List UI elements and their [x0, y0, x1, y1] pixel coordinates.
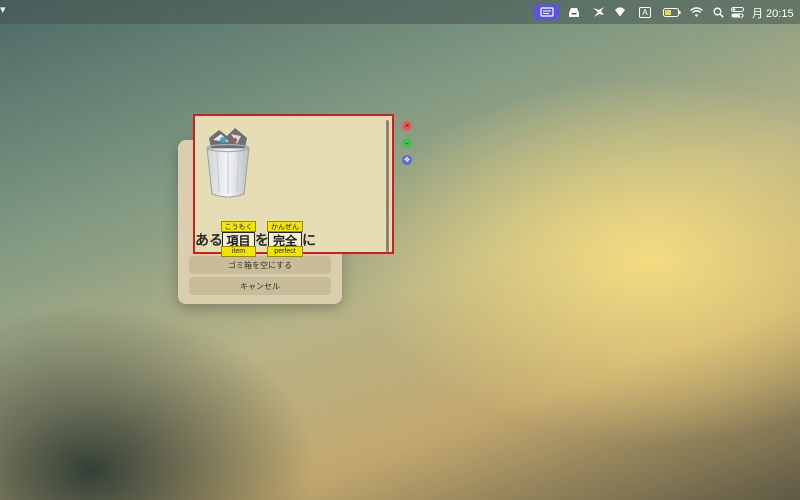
reading-label: かんぜん: [267, 221, 303, 232]
search-icon[interactable]: [711, 4, 725, 20]
diamond-icon[interactable]: [612, 4, 628, 20]
annotated-sentence: ある こうもく 項目 item を かんぜん 完全 perfect に: [195, 220, 395, 257]
menu-bar: ▾ A 月 20:15: [0, 0, 800, 24]
apple-menu-icon[interactable]: ▾: [0, 3, 6, 16]
trash-bin-icon: [199, 122, 257, 198]
inbox-icon[interactable]: [566, 4, 582, 20]
empty-trash-button[interactable]: ゴミ箱を空にする: [189, 256, 331, 274]
control-center-icon[interactable]: [729, 4, 745, 20]
reading-label: こうもく: [221, 221, 256, 232]
sentence-prefix: ある: [195, 233, 223, 249]
battery-icon[interactable]: [662, 4, 682, 20]
gloss-label: item: [221, 246, 256, 257]
menu-clock[interactable]: 月 20:15: [752, 5, 794, 21]
wifi-icon[interactable]: [688, 4, 704, 20]
cancel-button[interactable]: キャンセル: [189, 277, 331, 295]
move-icon[interactable]: ✥: [402, 155, 412, 165]
input-source-icon[interactable]: A: [637, 4, 653, 20]
bird-icon[interactable]: [590, 4, 606, 20]
minimize-icon[interactable]: –: [402, 138, 412, 148]
gloss-label: perfect: [267, 246, 303, 257]
app-menu-icon[interactable]: [534, 4, 560, 20]
sentence-suffix: に: [302, 233, 316, 249]
close-icon[interactable]: ✕: [402, 121, 412, 131]
